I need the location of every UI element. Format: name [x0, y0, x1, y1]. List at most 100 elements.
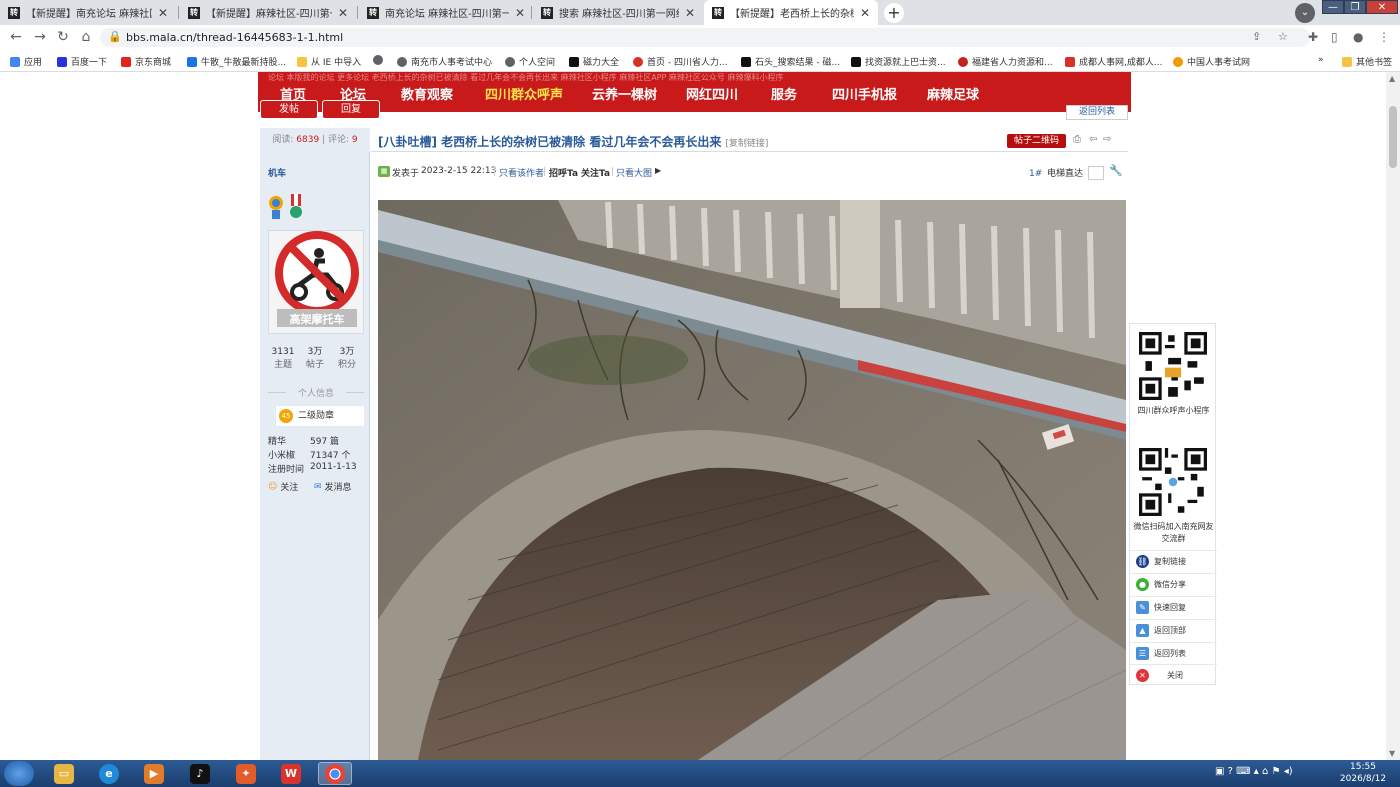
- scrollbar-thumb[interactable]: [1389, 106, 1397, 168]
- address-bar[interactable]: 🔒 bbs.mala.cn/thread-16445683-1-1.html ⇪…: [100, 28, 1310, 47]
- avatar[interactable]: 高架摩托车: [268, 230, 364, 334]
- system-tray[interactable]: ▣ ? ⌨ ▴ ⌂ ⚑ ◂): [1215, 766, 1293, 777]
- follow-link[interactable]: 关注Ta: [581, 166, 610, 179]
- copy-link-button[interactable]: ⛓ 复制链接: [1130, 550, 1217, 572]
- close-tab-icon[interactable]: ✕: [158, 6, 168, 20]
- only-images-link[interactable]: 只看大图: [616, 166, 652, 179]
- taskbar-edge[interactable]: e: [92, 762, 126, 785]
- new-tab-button[interactable]: +: [884, 3, 904, 23]
- close-tab-icon[interactable]: ✕: [338, 6, 348, 20]
- bookmark-star-icon[interactable]: ☆: [1278, 30, 1288, 43]
- bookmark-item[interactable]: 首页 - 四川省人力...: [633, 55, 728, 68]
- share-icon[interactable]: ⇪: [1252, 30, 1261, 43]
- nav-cloud-tree[interactable]: 云养一棵树: [592, 84, 657, 103]
- scroll-up-icon[interactable]: ▲: [1389, 74, 1395, 83]
- speaker-icon[interactable]: ◂): [1284, 766, 1293, 777]
- back-to-list-link[interactable]: 返回列表: [1066, 105, 1128, 120]
- only-author-link[interactable]: 只看该作者: [499, 166, 544, 179]
- ime-icon[interactable]: ⌨: [1236, 766, 1250, 777]
- side-panel-icon[interactable]: ▯: [1331, 30, 1338, 44]
- network-icon[interactable]: ⌂: [1262, 766, 1268, 777]
- close-tab-icon[interactable]: ✕: [515, 6, 525, 20]
- quick-reply-button[interactable]: ✎ 快速回复: [1130, 596, 1217, 618]
- wechat-group-qr-code[interactable]: [1139, 448, 1207, 516]
- bookmark-item[interactable]: 京东商城: [121, 55, 171, 68]
- bookmark-item[interactable]: 成都人事网,成都人...: [1065, 55, 1162, 68]
- menu-kebab-icon[interactable]: ⋮: [1378, 30, 1390, 44]
- nav-mobile-paper[interactable]: 四川手机报: [832, 84, 897, 103]
- taskbar-tiktok[interactable]: ♪: [183, 762, 217, 785]
- close-window-button[interactable]: ✕: [1366, 0, 1398, 14]
- back-arrow-icon[interactable]: ←: [8, 29, 24, 45]
- taskbar-wps[interactable]: W: [274, 762, 308, 785]
- stat-posts[interactable]: 3万 帖子: [300, 346, 330, 372]
- goto-floor-input[interactable]: [1088, 166, 1104, 180]
- post-photo[interactable]: [378, 200, 1126, 760]
- greet-link[interactable]: 招呼Ta: [549, 166, 578, 179]
- bookmark-item[interactable]: 从 IE 中导入: [297, 55, 361, 68]
- bookmark-item[interactable]: 福建省人力资源和...: [958, 55, 1053, 68]
- bookmark-item[interactable]: 石头_搜索结果 - 磁...: [741, 55, 840, 68]
- help-icon[interactable]: ?: [1228, 766, 1233, 777]
- author-name[interactable]: 机车: [268, 166, 286, 179]
- taskbar-clock[interactable]: 15:55 2026/8/12: [1338, 761, 1388, 785]
- tray-overflow-icon[interactable]: ▴: [1254, 766, 1259, 777]
- stat-points[interactable]: 3万 积分: [332, 346, 362, 372]
- nav-service[interactable]: 服务: [771, 84, 797, 103]
- browser-tab[interactable]: 转 【新提醒】南充论坛 麻辣社区-四 ✕: [0, 0, 176, 25]
- wechat-share-button[interactable]: ● 微信分享: [1130, 573, 1217, 595]
- close-sidebar-button[interactable]: ✕ 关闭: [1130, 664, 1217, 686]
- scroll-down-icon[interactable]: ▼: [1389, 749, 1395, 758]
- close-tab-icon[interactable]: ✕: [860, 6, 870, 20]
- next-thread-icon[interactable]: ⇨: [1103, 134, 1111, 145]
- bookmark-item[interactable]: 中国人事考试网: [1173, 55, 1250, 68]
- home-icon[interactable]: ⌂: [78, 29, 94, 45]
- bookmark-apps[interactable]: 应用: [10, 55, 42, 68]
- bookmark-item[interactable]: 南充市人事考试中心: [397, 55, 492, 68]
- bookmark-item[interactable]: [373, 55, 387, 65]
- profile-icon[interactable]: ●: [1353, 30, 1363, 44]
- other-bookmarks[interactable]: 其他书签: [1342, 55, 1392, 68]
- tab-search-icon[interactable]: ⌄: [1295, 3, 1315, 23]
- new-post-button[interactable]: 发帖: [260, 100, 318, 119]
- copy-link[interactable]: [复制链接]: [725, 139, 768, 149]
- reload-icon[interactable]: ↻: [55, 29, 71, 45]
- browser-tab-active[interactable]: 转 【新提醒】老西桥上长的杂树已被 ✕: [704, 0, 878, 25]
- taskbar-explorer[interactable]: ▭: [47, 762, 81, 785]
- bookmark-item[interactable]: 百度一下: [57, 55, 107, 68]
- nav-football[interactable]: 麻辣足球: [927, 84, 979, 103]
- nav-sichuan-voice[interactable]: 四川群众呼声: [485, 84, 563, 103]
- thread-qr-button[interactable]: 帖子二维码: [1007, 134, 1067, 148]
- reply-button[interactable]: 回复: [322, 100, 380, 119]
- stat-topics[interactable]: 3131 主题: [268, 346, 298, 372]
- bookmarks-overflow-button[interactable]: »: [1318, 55, 1324, 65]
- bookmark-item[interactable]: 找资源就上巴士资...: [851, 55, 946, 68]
- app-tray-icon[interactable]: ▣: [1215, 766, 1224, 777]
- wrench-icon[interactable]: 🔧: [1109, 164, 1123, 177]
- taskbar-media[interactable]: ▶: [137, 762, 171, 785]
- maximize-button[interactable]: ❐: [1344, 0, 1366, 14]
- page-viewport[interactable]: 论坛 本版我的论坛 更多论坛 老西桥上长的杂树已被清除 看过几年会不会再长出来 …: [0, 72, 1386, 760]
- nav-wanghong[interactable]: 网红四川: [686, 84, 738, 103]
- flag-icon[interactable]: ⚑: [1272, 766, 1281, 777]
- back-to-top-button[interactable]: ▲ 返回顶部: [1130, 619, 1217, 641]
- mini-program-qr-code[interactable]: [1139, 332, 1207, 400]
- browser-tab[interactable]: 转 南充论坛 麻辣社区-四川第一网络 ✕: [359, 0, 533, 25]
- close-tab-icon[interactable]: ✕: [685, 6, 695, 20]
- browser-tab[interactable]: 转 【新提醒】麻辣社区-四川第一网 ✕: [180, 0, 356, 25]
- start-button[interactable]: [4, 761, 34, 786]
- prev-thread-icon[interactable]: ⇦: [1089, 134, 1097, 145]
- bookmark-item[interactable]: 磁力大全: [569, 55, 619, 68]
- return-list-button[interactable]: ☰ 返回列表: [1130, 642, 1217, 664]
- minimize-button[interactable]: —: [1322, 0, 1344, 14]
- forward-arrow-icon[interactable]: →: [32, 29, 48, 45]
- browser-tab[interactable]: 转 搜索 麻辣社区-四川第一网络社区 ✕: [533, 0, 703, 25]
- follow-user-button[interactable]: ☺ 关注: [268, 480, 298, 494]
- nav-education[interactable]: 教育观察: [401, 84, 453, 103]
- taskbar-chrome[interactable]: [318, 762, 352, 785]
- page-scrollbar[interactable]: ▲ ▼: [1386, 72, 1400, 760]
- taskbar-app[interactable]: ✦: [229, 762, 263, 785]
- extensions-icon[interactable]: ✚: [1308, 30, 1318, 44]
- print-icon[interactable]: ⎙: [1073, 134, 1081, 145]
- bookmark-item[interactable]: 牛散_牛散最新持股...: [187, 55, 286, 68]
